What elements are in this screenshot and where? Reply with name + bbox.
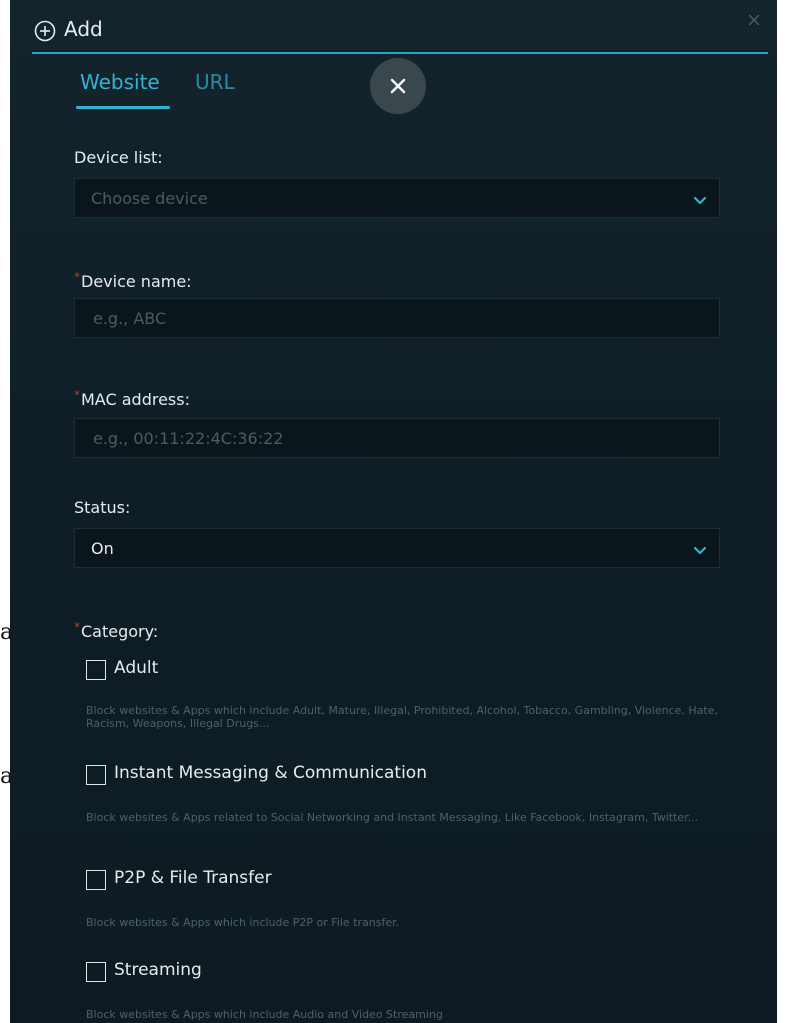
device-list-select[interactable]: Choose device bbox=[74, 178, 720, 218]
category-label: *Category: bbox=[74, 620, 159, 641]
device-name-input[interactable] bbox=[91, 307, 703, 329]
close-icon bbox=[390, 78, 406, 94]
close-icon[interactable] bbox=[746, 12, 762, 28]
category-item-description: Block websites & Apps which include Adul… bbox=[86, 704, 718, 730]
category-item-label: Adult bbox=[114, 658, 159, 678]
device-name-label: *Device name: bbox=[74, 270, 192, 291]
required-mark: * bbox=[74, 620, 80, 634]
device-list-label: Device list: bbox=[74, 148, 163, 167]
adult-checkbox[interactable] bbox=[86, 660, 106, 680]
device-name-field[interactable] bbox=[74, 298, 720, 338]
header-divider bbox=[32, 52, 768, 54]
chevron-down-icon bbox=[693, 542, 707, 556]
add-dialog: Add Website URL Device list: Choose devi… bbox=[10, 0, 777, 1023]
category-item-description: Block websites & Apps which include Audi… bbox=[86, 1008, 443, 1021]
p2p-checkbox[interactable] bbox=[86, 870, 106, 890]
mac-address-input[interactable] bbox=[91, 427, 703, 449]
dialog-header: Add bbox=[10, 0, 777, 56]
required-mark: * bbox=[74, 270, 80, 284]
chevron-down-icon bbox=[693, 192, 707, 206]
category-item-label: Streaming bbox=[114, 960, 202, 980]
active-tab-indicator bbox=[76, 106, 170, 109]
category-item-label: P2P & File Transfer bbox=[114, 868, 272, 888]
instant-messaging-checkbox[interactable] bbox=[86, 765, 106, 785]
category-item-description: Block websites & Apps which include P2P … bbox=[86, 916, 400, 929]
required-mark: * bbox=[74, 388, 80, 402]
status-select[interactable]: On bbox=[74, 528, 720, 568]
plus-circle-icon bbox=[34, 20, 56, 42]
mac-address-field[interactable] bbox=[74, 418, 720, 458]
status-value: On bbox=[91, 538, 114, 558]
tab-website[interactable]: Website bbox=[80, 70, 160, 94]
category-item-label: Instant Messaging & Communication bbox=[114, 763, 427, 783]
tab-url[interactable]: URL bbox=[195, 70, 235, 94]
close-button[interactable] bbox=[370, 58, 426, 114]
streaming-checkbox[interactable] bbox=[86, 962, 106, 982]
dialog-title: Add bbox=[64, 17, 103, 41]
status-label: Status: bbox=[74, 498, 131, 517]
mac-address-label: *MAC address: bbox=[74, 388, 190, 409]
category-item-description: Block websites & Apps related to Social … bbox=[86, 811, 699, 824]
device-list-placeholder: Choose device bbox=[91, 188, 208, 208]
